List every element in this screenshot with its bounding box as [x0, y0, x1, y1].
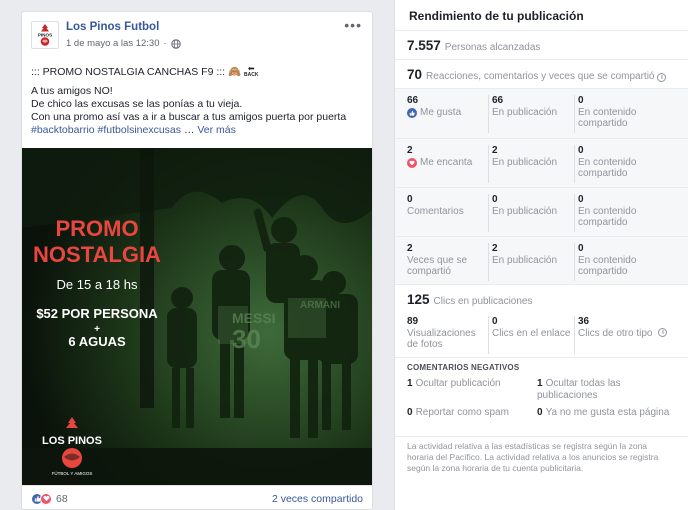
- post-meta: 1 de mayo a las 12:30 ·: [66, 38, 181, 49]
- post-line-2: A tus amigos NO!: [31, 85, 113, 97]
- loves-count: 2: [407, 145, 413, 156]
- reactions-summary[interactable]: 68: [31, 492, 68, 505]
- shirt-name-text: ARMANI: [300, 300, 340, 311]
- info-icon[interactable]: i: [658, 328, 668, 337]
- loves-on-shares-count: 0: [578, 145, 584, 156]
- shares-on-post-label: En publicación: [492, 255, 558, 266]
- comments-count: 0: [407, 194, 413, 205]
- likes-label: Me gusta: [420, 107, 462, 118]
- timezone-disclaimer: La actividad relativa a las estadísticas…: [407, 441, 659, 473]
- post-hashtags: #backtobarrio #futbolsinexcusas … Ver má…: [31, 124, 236, 136]
- love-icon: [407, 158, 417, 168]
- link-clicks-label: Clics en el enlace: [492, 328, 571, 339]
- svg-text:FÚTBOL Y AMIGOS: FÚTBOL Y AMIGOS: [52, 470, 93, 476]
- clicks-label: Clics en publicaciones: [433, 296, 533, 307]
- promo-price: $52 POR PERSONA: [36, 306, 158, 321]
- like-icon: [407, 108, 417, 118]
- los-pinos-logo-icon: PINOS: [38, 24, 52, 46]
- photo-views-label: Visualizaciones de fotos: [407, 328, 476, 350]
- shares-count: 2: [407, 243, 413, 254]
- page-name-link[interactable]: Los Pinos Futbol: [66, 21, 159, 33]
- promo-title: PROMO: [55, 216, 138, 241]
- hashtag-link[interactable]: #futbolsinexcusas: [98, 124, 181, 136]
- reach-label: Personas alcanzadas: [444, 42, 541, 53]
- hashtag-link[interactable]: #backtobarrio: [31, 124, 95, 136]
- promo-subtitle: NOSTALGIA: [33, 242, 161, 267]
- post-line-4: Con una promo así vas a ir a buscar a tu…: [31, 111, 347, 123]
- post-message: ::: PROMO NOSTALGIA CANCHAS F9 ::: 🙈 ⬅ BA…: [31, 64, 366, 137]
- info-icon[interactable]: i: [657, 73, 667, 82]
- panel-title: Rendimiento de tu publicación: [409, 9, 584, 23]
- shares-on-shares-count: 0: [578, 243, 584, 254]
- promo-extra: 6 AGUAS: [68, 334, 126, 349]
- loves-on-post-label: En publicación: [492, 157, 558, 168]
- other-clicks-label: Clics de otro tipo: [578, 328, 653, 339]
- comments-label: Comentarios: [407, 206, 464, 217]
- negative-unlike-page: 0 Ya no me gusta esta página: [537, 407, 670, 418]
- comments-on-post-label: En publicación: [492, 206, 558, 217]
- likes-on-shares-label: En contenido compartido: [578, 107, 637, 129]
- post-card: PINOS Los Pinos Futbol 1 de mayo a las 1…: [21, 11, 373, 510]
- breakdown-row-comments: 0 Comentarios 0 En publicación 0 En cont…: [395, 187, 688, 236]
- globe-icon: [170, 38, 181, 49]
- negative-report-spam: 0 Reportar como spam: [407, 407, 509, 418]
- comments-on-shares-count: 0: [578, 194, 584, 205]
- reactions-breakdown-grid: 66 Me gusta 66 En publicación 0 En conte…: [395, 88, 688, 285]
- love-reaction-icon: [40, 492, 52, 505]
- post-line-3: De chico las excusas se las ponías a tu …: [31, 98, 243, 110]
- negative-feedback-title: COMENTARIOS NEGATIVOS: [407, 363, 520, 372]
- engagement-row: 70 Reacciones, comentarios y veces que s…: [395, 59, 688, 88]
- reactions-count: 68: [56, 492, 68, 505]
- likes-on-post-label: En publicación: [492, 107, 558, 118]
- reach-value: 7.557: [407, 38, 441, 53]
- post-insights-panel: Rendimiento de tu publicación 7.557 Pers…: [394, 0, 688, 510]
- post-date[interactable]: 1 de mayo a las 12:30: [66, 38, 159, 49]
- svg-text:PINOS: PINOS: [38, 33, 52, 38]
- post-photo[interactable]: MESSI 30 ARMANI PROMO NOSTALGIA De 15 a …: [22, 148, 372, 485]
- comments-on-post-count: 0: [492, 194, 498, 205]
- post-options-button[interactable]: •••: [344, 18, 362, 32]
- meta-separator: ·: [163, 38, 167, 49]
- loves-on-post-count: 2: [492, 145, 498, 156]
- back-arrow-icon: ⬅ BACK: [244, 64, 259, 79]
- other-clicks-count: 36: [578, 316, 590, 327]
- breakdown-row-shares: 2 Veces que se compartió 2 En publicació…: [395, 236, 688, 285]
- engagement-label: Reacciones, comentarios y veces que se c…: [426, 71, 655, 82]
- clicks-value: 125: [407, 292, 430, 307]
- clicks-breakdown: 89 Visualizaciones de fotos 0 Clics en e…: [395, 312, 688, 354]
- reach-row: 7.557 Personas alcanzadas: [395, 30, 688, 59]
- see-no-evil-monkey-icon: 🙈: [228, 66, 242, 78]
- photo-views-count: 89: [407, 316, 419, 327]
- page-avatar[interactable]: PINOS: [31, 21, 59, 49]
- post-footer: 68 2 veces compartido: [22, 485, 372, 509]
- likes-count: 66: [407, 95, 419, 106]
- likes-on-post-count: 66: [492, 95, 504, 106]
- shares-count-link[interactable]: 2 veces compartido: [272, 493, 363, 505]
- shirt-number-text: 30: [232, 324, 261, 354]
- promo-schedule: De 15 a 18 hs: [57, 277, 138, 292]
- link-clicks-count: 0: [492, 316, 498, 327]
- promo-poster: MESSI 30 ARMANI PROMO NOSTALGIA De 15 a …: [22, 148, 372, 485]
- post-headline: ::: PROMO NOSTALGIA CANCHAS F9 ::: 🙈 ⬅ BA…: [31, 64, 259, 79]
- loves-on-shares-label: En contenido compartido: [578, 157, 637, 179]
- shares-label: Veces que se compartió: [407, 255, 468, 277]
- shares-on-shares-label: En contenido compartido: [578, 255, 637, 277]
- comments-on-shares-label: En contenido compartido: [578, 206, 637, 228]
- likes-on-shares-count: 0: [578, 95, 584, 106]
- breakdown-row-loves: 2 Me encanta 2 En publicación 0 En conte…: [395, 138, 688, 187]
- clicks-summary: 125 Clics en publicaciones: [407, 292, 532, 307]
- svg-text:LOS PINOS: LOS PINOS: [42, 435, 102, 447]
- shares-on-post-count: 2: [492, 243, 498, 254]
- negative-hide-post: 1 Ocultar publicación: [407, 378, 501, 389]
- see-more-link[interactable]: Ver más: [197, 124, 236, 136]
- negative-hide-all: 1 Ocultar todas las publicaciones: [537, 378, 621, 401]
- engagement-value: 70: [407, 67, 423, 82]
- loves-label: Me encanta: [420, 157, 473, 168]
- breakdown-row-likes: 66 Me gusta 66 En publicación 0 En conte…: [395, 89, 688, 138]
- post-header: PINOS Los Pinos Futbol 1 de mayo a las 1…: [22, 12, 372, 62]
